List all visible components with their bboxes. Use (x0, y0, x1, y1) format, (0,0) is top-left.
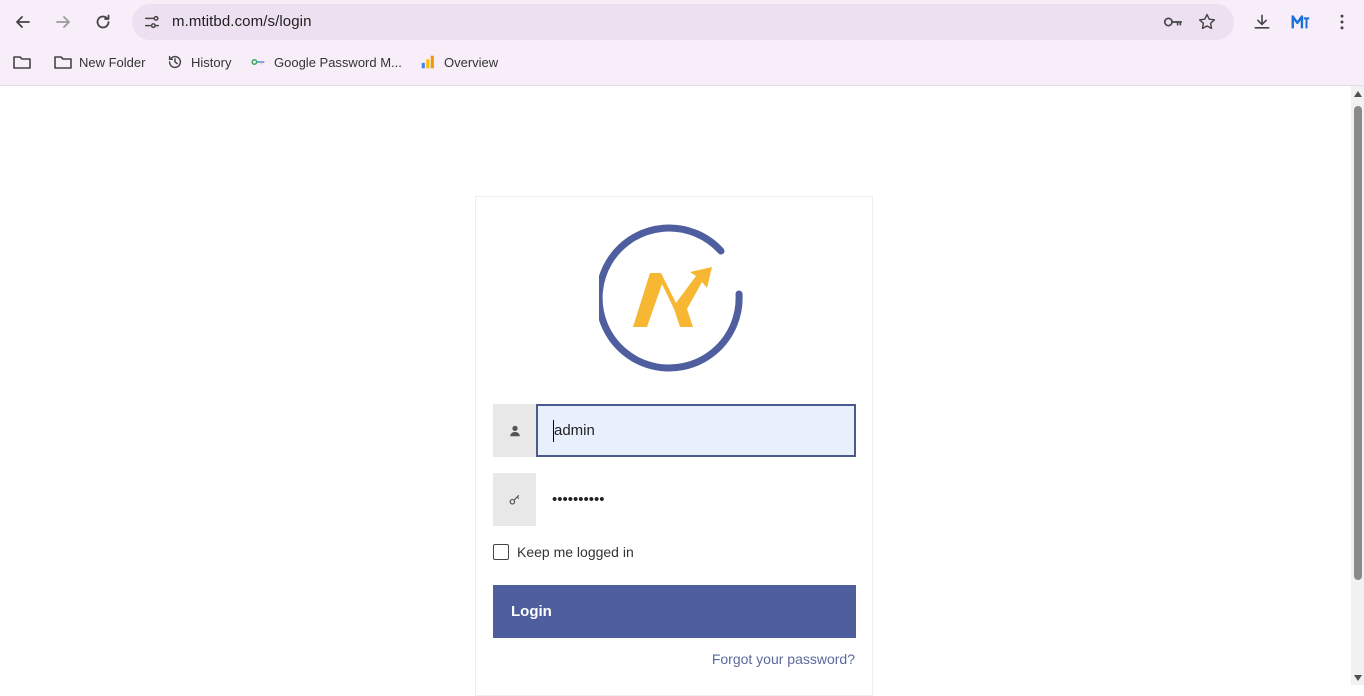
analytics-icon (418, 52, 438, 72)
remember-checkbox[interactable] (493, 544, 509, 560)
bookmark-history[interactable]: History (165, 50, 231, 74)
password-key-icon (248, 52, 268, 72)
url-text: m.mtitbd.com/s/login (172, 13, 312, 30)
forward-arrow-icon (56, 16, 70, 28)
login-button[interactable]: Login (493, 585, 856, 638)
back-arrow-icon (16, 16, 30, 28)
mautic-logo (599, 224, 743, 372)
folder-icon (53, 52, 73, 72)
forward-button[interactable] (45, 4, 81, 40)
forgot-password-link[interactable]: Forgot your password? (712, 651, 855, 667)
bookmark-label: Overview (444, 54, 499, 70)
bookmark-label: New Folder (79, 54, 146, 70)
username-input[interactable] (536, 404, 856, 457)
folder-icon (12, 52, 32, 72)
password-field (493, 473, 856, 526)
back-button[interactable] (5, 4, 41, 40)
text-caret (553, 420, 554, 442)
bookmark-folder[interactable] (12, 50, 38, 74)
bookmark-overview[interactable]: Overview (418, 50, 498, 74)
page-scrollbar[interactable] (1351, 86, 1364, 685)
password-input[interactable] (536, 473, 856, 526)
bookmark-new-folder[interactable]: New Folder (53, 50, 145, 74)
bookmarks-bar: New Folder History Google Password M... … (0, 46, 1364, 78)
menu-button[interactable] (1324, 4, 1360, 40)
scroll-thumb[interactable] (1354, 106, 1362, 580)
password-key-icon[interactable] (1162, 11, 1184, 33)
downloads-button[interactable] (1244, 4, 1280, 40)
more-vert-icon (1340, 14, 1344, 30)
bookmark-google-password-manager[interactable]: Google Password M... (248, 50, 402, 74)
remember-me[interactable]: Keep me logged in (493, 543, 634, 561)
remember-label: Keep me logged in (517, 544, 634, 560)
reload-icon (96, 14, 110, 29)
address-bar[interactable]: m.mtitbd.com/s/login (132, 4, 1234, 40)
login-card: Keep me logged in Login Forgot your pass… (475, 196, 873, 696)
profile-logo-icon (1291, 15, 1310, 29)
history-icon (165, 52, 185, 72)
site-settings-icon[interactable] (140, 10, 164, 34)
bookmark-label: History (191, 54, 232, 70)
scroll-up-arrow-icon[interactable] (1354, 91, 1362, 97)
download-icon (1254, 14, 1270, 29)
reload-button[interactable] (85, 4, 121, 40)
browser-chrome: m.mtitbd.com/s/login New Folder History … (0, 0, 1364, 86)
scroll-down-arrow-icon[interactable] (1354, 675, 1362, 681)
profile-button[interactable] (1283, 4, 1319, 40)
bookmark-star-icon[interactable] (1196, 11, 1218, 33)
bookmark-label: Google Password M... (274, 54, 402, 70)
user-icon (493, 404, 536, 457)
key-icon (493, 473, 536, 526)
username-field (493, 404, 856, 457)
